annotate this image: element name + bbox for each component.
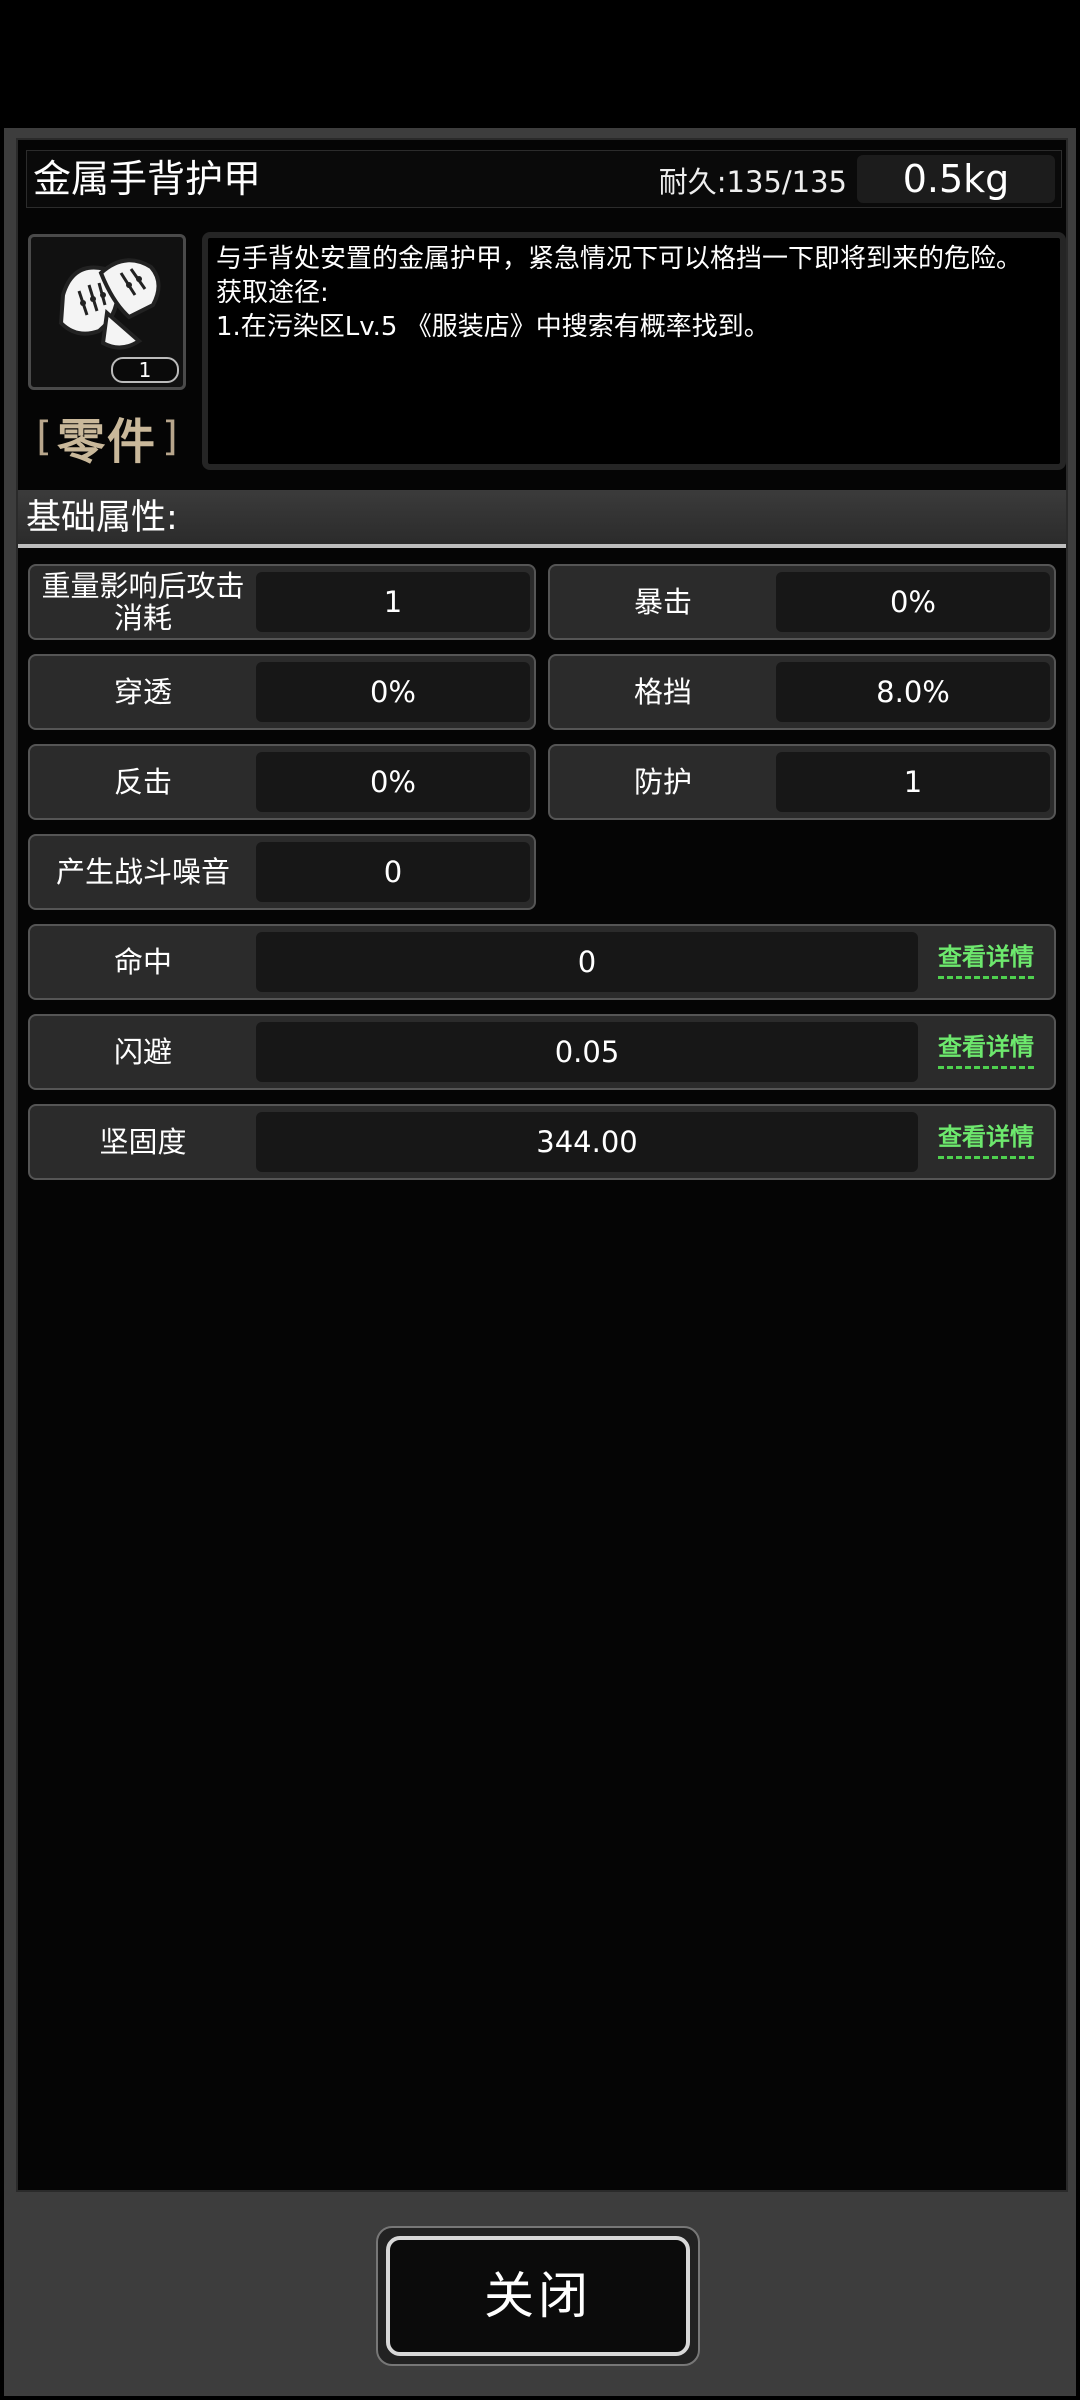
item-detail-content: 金属手背护甲 耐久:135/135 0.5kg 1 [零件] 与手背处安置的… — [16, 138, 1068, 2192]
stat-value: 0% — [256, 752, 530, 812]
stat-pierce: 穿透 0% — [28, 654, 536, 730]
stat-label: 反击 — [113, 765, 172, 799]
item-header: 金属手背护甲 耐久:135/135 0.5kg — [26, 150, 1062, 208]
stat-toughness: 坚固度 344.00 查看详情 — [28, 1104, 1056, 1180]
stat-label: 命中 — [113, 945, 172, 979]
stat-label: 重量影响后攻击消耗 — [41, 569, 245, 635]
category-bracket-left: [ — [36, 414, 52, 460]
stat-label: 格挡 — [633, 675, 692, 709]
stat-label: 穿透 — [113, 675, 172, 709]
stat-value: 344.00 — [256, 1112, 918, 1172]
category-bracket-right: ] — [162, 414, 178, 460]
stat-counter: 反击 0% — [28, 744, 536, 820]
stat-value: 0 — [256, 932, 918, 992]
stat-defense: 防护 1 — [548, 744, 1056, 820]
stat-label: 闪避 — [113, 1035, 172, 1069]
item-category: [ 零件 ] — [28, 402, 186, 470]
acquisition-heading: 获取途径: — [216, 278, 329, 308]
description-text: 与手背处安置的金属护甲，紧急情况下可以格挡一下即将到来的危险。 — [216, 244, 1023, 274]
stat-crit: 暴击 0% — [548, 564, 1056, 640]
close-button-frame: 关闭 — [376, 2226, 700, 2366]
quantity-badge: 1 — [111, 357, 179, 383]
stat-label: 暴击 — [633, 585, 692, 619]
stat-value: 0% — [776, 572, 1050, 632]
section-title: 基础属性: — [26, 498, 178, 538]
view-details-link[interactable]: 查看详情 — [938, 1030, 1034, 1069]
stat-value: 1 — [256, 572, 530, 632]
durability-text: 耐久:135/135 — [658, 165, 847, 199]
section-header: 基础属性: — [18, 490, 1066, 548]
stat-value: 0% — [256, 662, 530, 722]
view-details-link[interactable]: 查看详情 — [938, 1120, 1034, 1159]
acquisition-source: 1.在污染区Lv.5 《服装店》中搜索有概率找到。 — [216, 312, 770, 342]
stat-label: 坚固度 — [99, 1125, 187, 1159]
stat-label: 防护 — [633, 765, 692, 799]
item-icon-frame[interactable]: 1 — [28, 234, 186, 390]
item-detail-panel: 金属手背护甲 耐久:135/135 0.5kg 1 [零件] 与手背处安置的… — [4, 128, 1076, 2396]
stat-noise: 产生战斗噪音 0 — [28, 834, 536, 910]
item-name: 金属手背护甲 — [33, 157, 262, 201]
stat-value: 8.0% — [776, 662, 1050, 722]
stat-block: 格挡 8.0% — [548, 654, 1056, 730]
metal-gauntlet-icon — [58, 258, 161, 350]
stat-value: 0 — [256, 842, 530, 902]
close-button[interactable]: 关闭 — [386, 2236, 690, 2356]
stat-label: 产生战斗噪音 — [55, 855, 230, 889]
weight-badge: 0.5kg — [857, 155, 1055, 203]
view-details-link[interactable]: 查看详情 — [938, 940, 1034, 979]
stat-dodge: 闪避 0.05 查看详情 — [28, 1014, 1056, 1090]
stat-value: 1 — [776, 752, 1050, 812]
stat-hit: 命中 0 查看详情 — [28, 924, 1056, 1000]
stat-value: 0.05 — [256, 1022, 918, 1082]
category-label: 零件 — [56, 414, 157, 470]
stat-weight-cost: 重量影响后攻击消耗 1 — [28, 564, 536, 640]
item-description: 与手背处安置的金属护甲，紧急情况下可以格挡一下即将到来的危险。 获取途径: 1.… — [202, 232, 1066, 470]
